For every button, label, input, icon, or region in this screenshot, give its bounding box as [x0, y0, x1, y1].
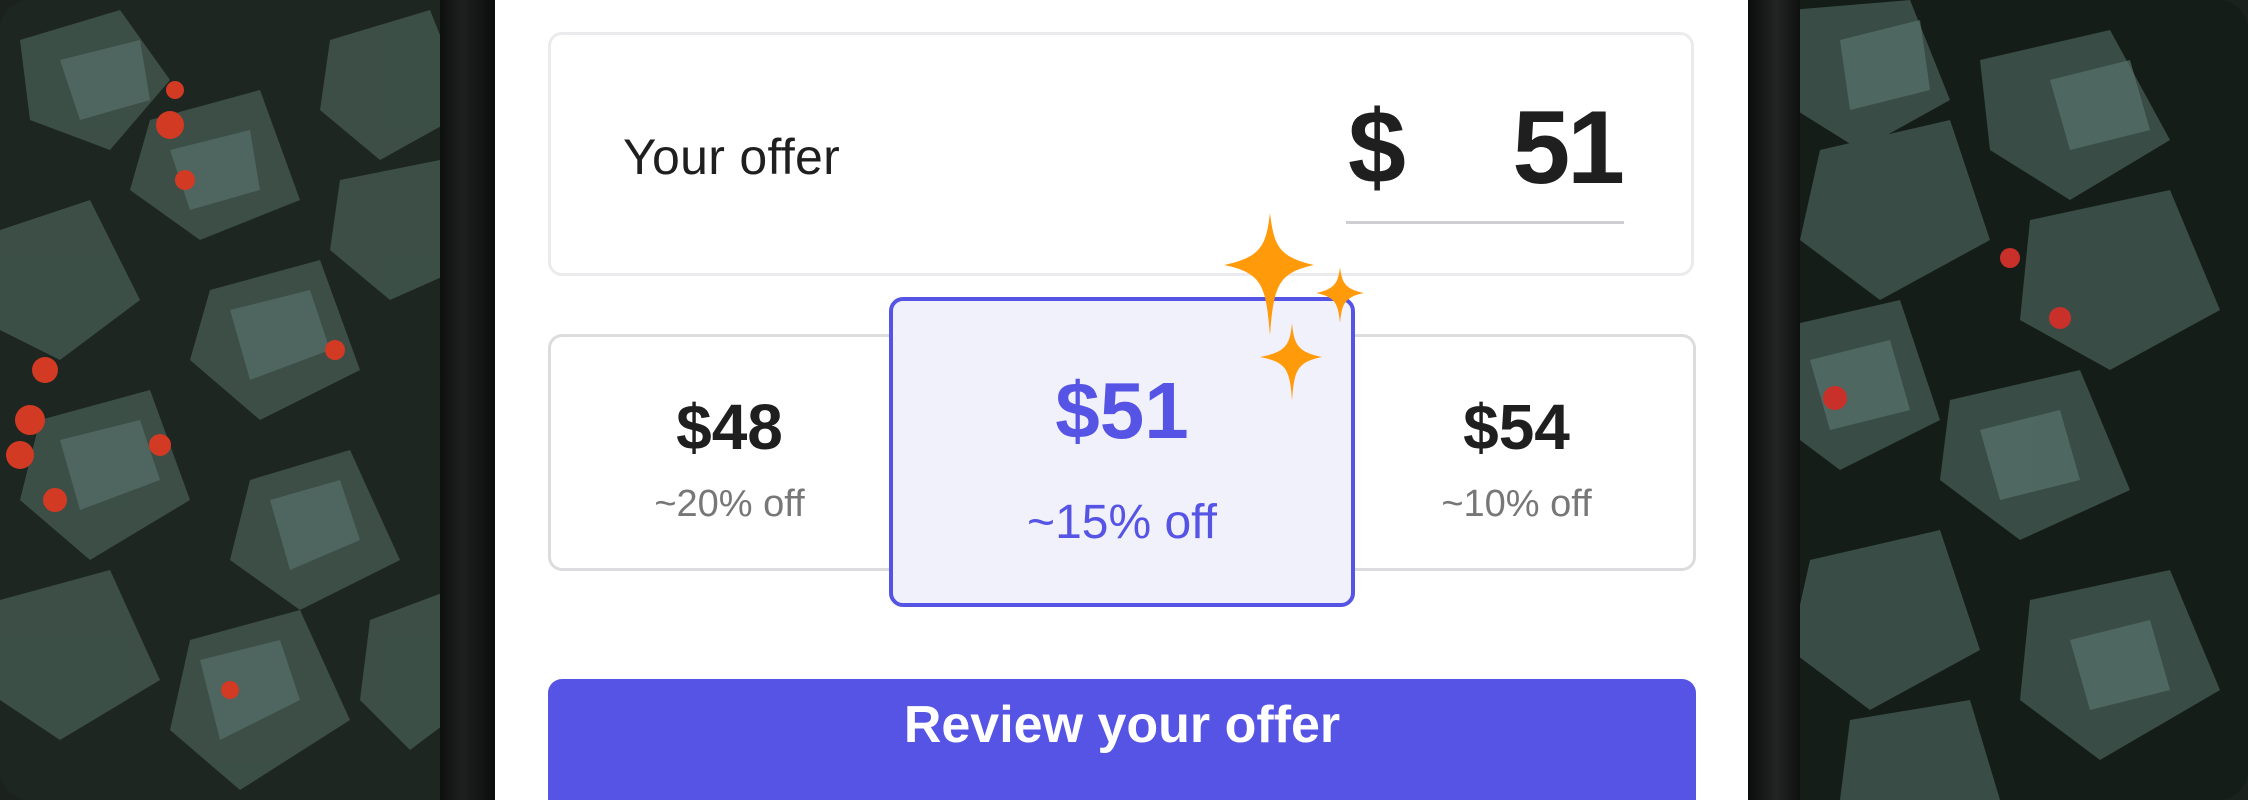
app-promo-stage: Your offer $ 51 $48 ~20% off $54 ~10% of… — [0, 0, 2248, 800]
holly-background-left — [0, 0, 500, 800]
offer-amount-input[interactable]: $ 51 — [1346, 90, 1625, 224]
review-offer-button[interactable]: Review your offer — [548, 679, 1696, 800]
option-discount: ~20% off — [654, 483, 805, 525]
offer-option-low[interactable]: $48 ~20% off — [548, 334, 908, 571]
sparkles-icon — [1224, 213, 1364, 401]
offer-amount-value: 51 — [1512, 90, 1625, 206]
option-price: $54 — [1463, 391, 1570, 463]
offer-label: Your offer — [623, 129, 841, 185]
option-discount: ~15% off — [1027, 496, 1217, 549]
option-discount: ~10% off — [1441, 483, 1592, 525]
phone-bezel-right — [1748, 0, 1800, 800]
holly-background-right — [1750, 0, 2248, 800]
option-price: $48 — [676, 391, 783, 463]
currency-symbol: $ — [1348, 90, 1406, 206]
phone-bezel-left — [440, 0, 495, 800]
offer-option-high[interactable]: $54 ~10% off — [1340, 334, 1696, 571]
